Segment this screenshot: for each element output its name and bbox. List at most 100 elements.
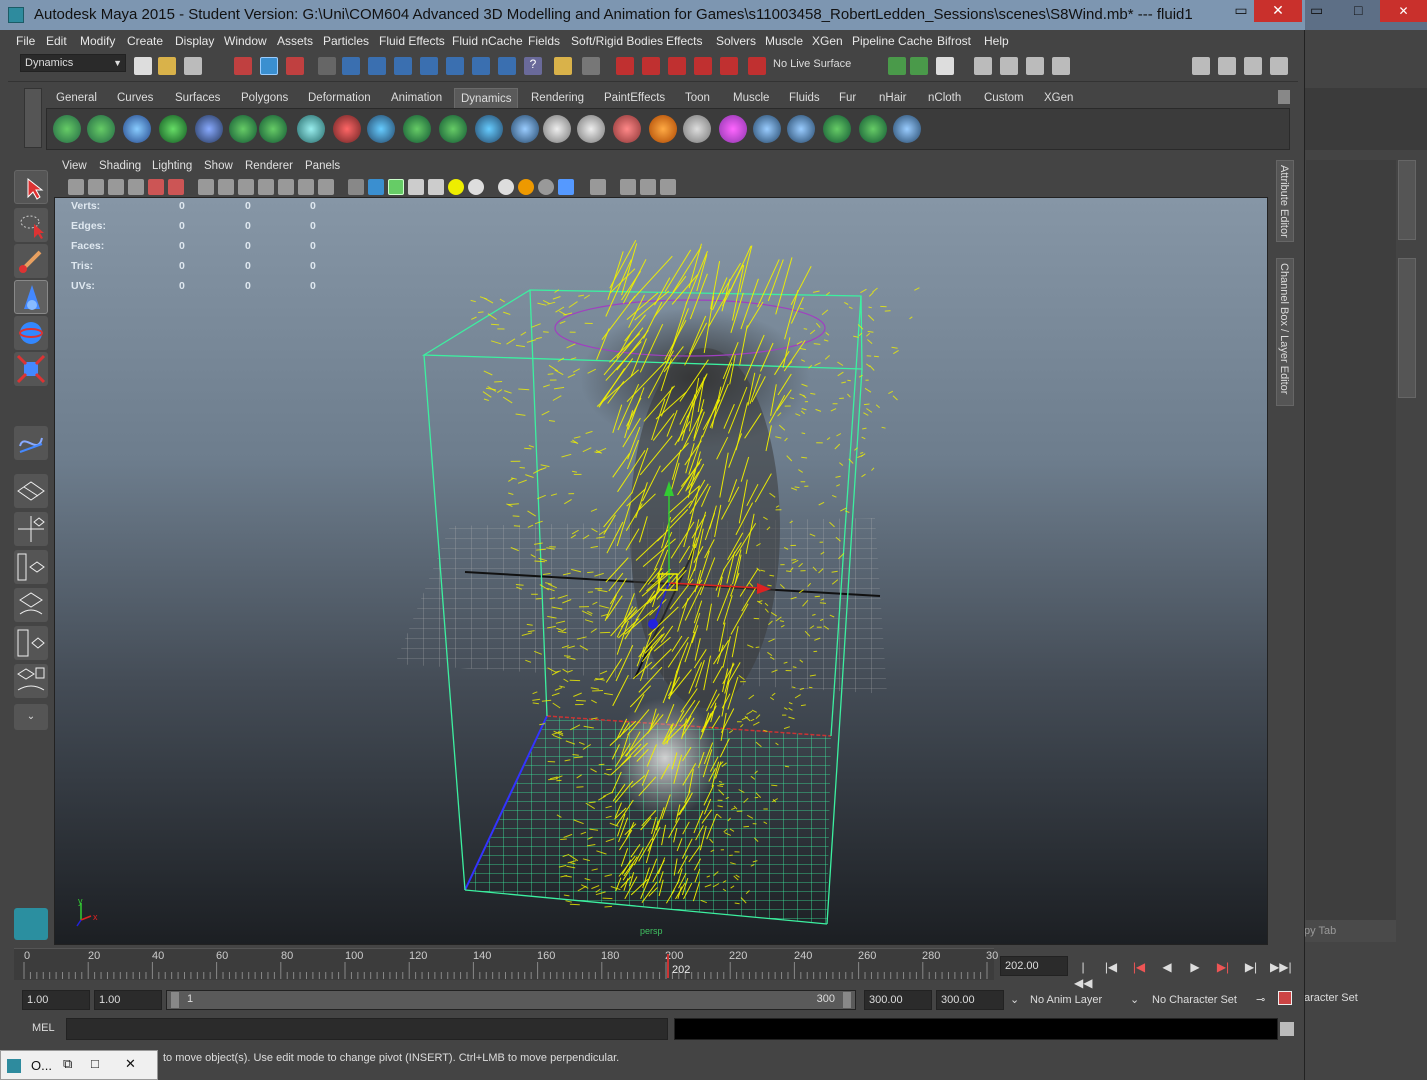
panel-menu-panels[interactable]: Panels: [305, 160, 340, 172]
safe-action-icon[interactable]: [298, 179, 314, 195]
open-scene-icon[interactable]: [158, 57, 176, 75]
resolution-gate-icon[interactable]: [238, 179, 254, 195]
delete-flow-icon[interactable]: [893, 115, 921, 143]
two-d-pan-zoom-icon[interactable]: [148, 179, 164, 195]
anim-layer-dropdown[interactable]: ⌄ No Anim Layer: [1010, 990, 1126, 1010]
select-object-icon[interactable]: [260, 57, 278, 75]
make-live-icon[interactable]: [446, 57, 464, 75]
lightning-effect-icon[interactable]: [753, 115, 781, 143]
snap-edge-icon[interactable]: [498, 57, 516, 75]
play-forwards-icon[interactable]: ▶: [1186, 959, 1204, 975]
range-slider-start-handle[interactable]: [171, 992, 179, 1008]
shatter-effect-icon[interactable]: [787, 115, 815, 143]
screen-space-ao-icon[interactable]: [498, 179, 514, 195]
menu-bifrost[interactable]: Bifrost: [937, 34, 971, 48]
radial-field-icon[interactable]: [297, 115, 325, 143]
shelf-tab-rendering[interactable]: Rendering: [525, 88, 590, 108]
smoke-effect-icon[interactable]: [683, 115, 711, 143]
shelf-tab-fur[interactable]: Fur: [833, 88, 862, 108]
menu-solvers[interactable]: Solvers: [716, 34, 756, 48]
grid-toggle-icon[interactable]: [198, 179, 214, 195]
select-tool-icon[interactable]: [14, 170, 48, 204]
render-sequence-icon[interactable]: [1000, 57, 1018, 75]
menu-display[interactable]: Display: [175, 34, 214, 48]
constraint-icon[interactable]: [613, 115, 641, 143]
shelf-tab-custom[interactable]: Custom: [978, 88, 1030, 108]
vortex-field-icon[interactable]: [403, 115, 431, 143]
shelf-tab-deformation[interactable]: Deformation: [302, 88, 377, 108]
lock-icon[interactable]: [554, 57, 572, 75]
shelf-tab-general[interactable]: General: [50, 88, 103, 108]
channel-box-toggle-icon[interactable]: [1270, 57, 1288, 75]
outliner-icon[interactable]: [1218, 57, 1236, 75]
shadows-icon[interactable]: [468, 179, 484, 195]
scale-tool-icon[interactable]: [14, 352, 48, 386]
mel-input[interactable]: [66, 1018, 668, 1040]
filter-icon[interactable]: [318, 57, 336, 75]
use-all-lights-icon[interactable]: [448, 179, 464, 195]
magnet-curve-icon[interactable]: [642, 57, 660, 75]
volume-axis-field-icon[interactable]: [439, 115, 467, 143]
command-language-label[interactable]: MEL: [32, 1022, 55, 1034]
magnet-live-icon[interactable]: [720, 57, 738, 75]
film-gate-icon[interactable]: [218, 179, 234, 195]
step-forward-frame-icon[interactable]: ▶|: [1214, 959, 1232, 975]
bg-minimize-button[interactable]: ▭: [1310, 2, 1330, 24]
passive-rigid-body-icon[interactable]: [577, 115, 605, 143]
grease-pencil-icon[interactable]: [168, 179, 184, 195]
bg-channel-box-tab[interactable]: [1398, 258, 1416, 398]
rotate-tool-icon[interactable]: [14, 316, 48, 350]
shelf-tab-xgen[interactable]: XGen: [1038, 88, 1079, 108]
camera-attributes-icon[interactable]: [88, 179, 104, 195]
menu-edit[interactable]: Edit: [46, 34, 67, 48]
ipr-render-icon[interactable]: [1026, 57, 1044, 75]
shelf-tab-nhair[interactable]: nHair: [873, 88, 912, 108]
graph-persp-layout-icon[interactable]: [14, 588, 48, 622]
close-icon[interactable]: ✕: [125, 1056, 136, 1072]
render-globals-icon[interactable]: [1052, 57, 1070, 75]
paint-select-tool-icon[interactable]: [14, 244, 48, 278]
shelf-tab-fluids[interactable]: Fluids: [783, 88, 826, 108]
panel-menu-lighting[interactable]: Lighting: [152, 160, 192, 172]
particle-tool-icon[interactable]: [53, 115, 81, 143]
panel-menu-show[interactable]: Show: [204, 160, 233, 172]
select-camera-icon[interactable]: [68, 179, 84, 195]
shelf-tab-muscle[interactable]: Muscle: [727, 88, 775, 108]
play-backwards-icon[interactable]: ◀: [1158, 959, 1176, 975]
save-scene-icon[interactable]: [184, 57, 202, 75]
bg-copy-tab-button[interactable]: py Tab: [1304, 920, 1396, 942]
menu-pipeline-cache[interactable]: Pipeline Cache: [852, 34, 933, 48]
xray-components-icon[interactable]: [660, 179, 676, 195]
snap-grid-icon[interactable]: [342, 57, 360, 75]
shelf-menu-handle[interactable]: [24, 88, 42, 148]
construction-history-icon[interactable]: [582, 57, 600, 75]
go-to-start-icon[interactable]: |◀◀: [1074, 959, 1092, 990]
fire-effect-icon[interactable]: [649, 115, 677, 143]
anti-aliasing-icon[interactable]: [538, 179, 554, 195]
new-scene-icon[interactable]: [134, 57, 152, 75]
move-tool-icon[interactable]: [14, 280, 48, 314]
last-tool-icon[interactable]: [14, 426, 48, 460]
range-slider-end-handle[interactable]: [843, 992, 851, 1008]
snap-vertex-icon[interactable]: [472, 57, 490, 75]
lasso-tool-icon[interactable]: [14, 208, 48, 242]
scene-start-field[interactable]: 1.00: [22, 990, 90, 1010]
smooth-shade-icon[interactable]: [368, 179, 384, 195]
playback-start-field[interactable]: 1.00: [94, 990, 162, 1010]
image-plane-icon[interactable]: [128, 179, 144, 195]
shelf-tab-polygons[interactable]: Polygons: [235, 88, 294, 108]
menu-fluid-ncache[interactable]: Fluid nCache: [452, 34, 523, 48]
menu-create[interactable]: Create: [127, 34, 163, 48]
menu-file[interactable]: File: [16, 34, 35, 48]
magnet-icon[interactable]: [616, 57, 634, 75]
render-view-icon[interactable]: [888, 57, 906, 75]
field-chart-icon[interactable]: [278, 179, 294, 195]
panel-menu-renderer[interactable]: Renderer: [245, 160, 293, 172]
bg-character-set[interactable]: aracter Set: [1304, 992, 1374, 1008]
menu-xgen[interactable]: XGen: [812, 34, 843, 48]
animation-preferences-icon[interactable]: [1278, 991, 1292, 1005]
playback-end-field[interactable]: 300.00: [864, 990, 932, 1010]
perspective-viewport[interactable]: Verts: 0 0 0 Edges: 0 0 0 Faces: 0 0 0 T…: [54, 197, 1268, 945]
menu-fields[interactable]: Fields: [528, 34, 560, 48]
bg-attribute-editor-tab[interactable]: [1398, 160, 1416, 240]
